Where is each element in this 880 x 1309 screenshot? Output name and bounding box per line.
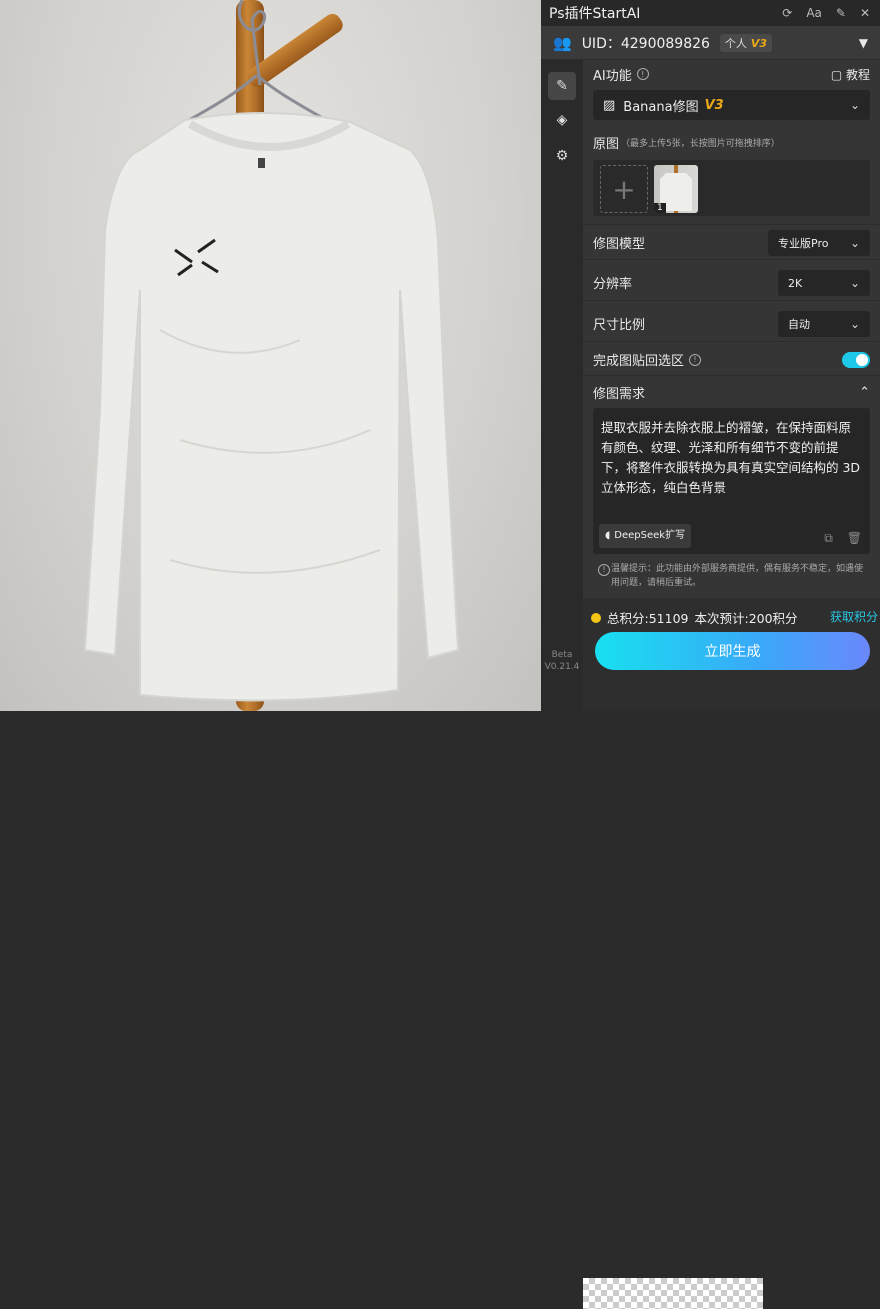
history-icon[interactable]: ⧉	[824, 528, 833, 548]
beta-label: Beta	[551, 650, 573, 660]
resolution-row: 分辨率 2K ⌄	[583, 265, 880, 301]
deepseek-expand-button[interactable]: ◖ DeepSeek扩写	[599, 524, 692, 548]
source-hint: （最多上传5张，长按图片可拖拽排序）	[621, 138, 780, 149]
image-icon: ▨	[603, 97, 616, 113]
get-points-link[interactable]: 获取积分	[830, 608, 878, 625]
service-notice: ! 温馨提示：此功能由外部服务商提供，偶有服务不稳定，如遇使用问题，请稍后重试。	[593, 562, 870, 590]
gear-icon[interactable]: ⚙	[548, 142, 576, 170]
user-bar[interactable]: 👥 UID：4290089826 个人 V3 ▼	[541, 26, 880, 60]
chevron-down-icon: ⌄	[849, 98, 860, 112]
chevron-down-icon: ⌄	[849, 276, 860, 290]
ai-function-select[interactable]: ▨ Banana修图 V3 ⌄	[593, 90, 870, 120]
edit-icon[interactable]: ✎	[548, 72, 576, 100]
model-label: 修图模型	[593, 236, 646, 252]
side-navigation: ✎ ◈ ⚙ Beta V0.21.4	[541, 60, 583, 711]
model-select[interactable]: 专业版Pro ⌄	[768, 230, 870, 256]
plan-badge: 个人 V3	[719, 33, 773, 52]
source-images-header: 原图 （最多上传5张，长按图片可拖拽排序）	[583, 128, 880, 156]
ai-function-header: AI功能 ! ▢ 教程	[583, 60, 880, 88]
startai-plugin-panel: Ps插件StartAI ⟳ Aa ✎ ✕ 👥 UID：4290089826 个人…	[541, 0, 880, 1309]
source-images-area: + 1	[593, 160, 870, 216]
trash-icon[interactable]: 🗑	[847, 528, 862, 548]
add-image-button[interactable]: +	[600, 165, 648, 213]
pin-icon[interactable]: ✎	[836, 6, 846, 20]
plugin-titlebar: Ps插件StartAI ⟳ Aa ✎ ✕	[541, 0, 880, 26]
resolution-select[interactable]: 2K ⌄	[778, 270, 870, 296]
request-label: 修图需求	[593, 386, 646, 402]
uid-text: UID：4290089826	[581, 35, 710, 52]
whale-icon: ◖	[605, 530, 611, 541]
source-label: 原图	[593, 136, 620, 152]
estimated-cost: 本次预计:200积分	[694, 611, 798, 626]
tutorial-link[interactable]: ▢ 教程	[831, 66, 870, 83]
white-shirt-image	[83, 111, 460, 702]
paste-back-label: 完成图贴回选区	[593, 354, 685, 369]
request-header[interactable]: 修图需求 ⌃	[583, 378, 880, 406]
chevron-up-icon[interactable]: ⌃	[859, 385, 870, 400]
info-icon[interactable]: !	[636, 68, 649, 80]
total-points: 总积分:51109	[607, 611, 689, 626]
version-label: V0.21.4	[544, 662, 580, 672]
resolution-label: 分辨率	[593, 277, 633, 292]
info-icon: !	[598, 564, 610, 576]
request-textarea[interactable]: 提取衣服并去除衣服上的褶皱，在保持面料原有颜色、纹理、光泽和所有细节不变的前提下…	[593, 408, 870, 554]
chevron-down-icon: ⌄	[849, 236, 860, 250]
points-summary: 总积分:51109 本次预计:200积分	[591, 608, 798, 627]
info-icon[interactable]: !	[689, 353, 702, 366]
refresh-icon[interactable]: ⟳	[782, 6, 792, 20]
hanger-hook-icon	[237, 0, 267, 86]
image-index-badge: 1	[654, 203, 666, 213]
paste-back-toggle[interactable]	[842, 352, 870, 368]
generate-button[interactable]: 立即生成	[595, 632, 870, 670]
ratio-label: 尺寸比例	[593, 318, 646, 333]
layers-icon[interactable]: ◈	[548, 106, 576, 134]
font-size-icon[interactable]: Aa	[806, 6, 822, 20]
ratio-row: 尺寸比例 自动 ⌄	[583, 306, 880, 342]
paste-back-row: 完成图贴回选区 !	[583, 344, 880, 376]
ai-function-label: AI功能	[593, 68, 632, 84]
transparency-checkerboard	[583, 1278, 763, 1309]
coin-icon	[591, 612, 601, 623]
chevron-down-icon: ⌄	[849, 317, 860, 331]
ratio-select[interactable]: 自动 ⌄	[778, 311, 870, 337]
plugin-title: Ps插件StartAI	[549, 6, 641, 22]
users-icon: 👥	[553, 33, 572, 52]
model-row: 修图模型 专业版Pro ⌄	[583, 224, 880, 260]
footer: 总积分:51109 本次预计:200积分 获取积分 立即生成	[583, 598, 880, 1309]
source-image-thumbnail[interactable]: 1	[654, 165, 698, 213]
chevron-down-icon[interactable]: ▼	[859, 36, 868, 50]
close-icon[interactable]: ✕	[860, 6, 870, 20]
document-canvas[interactable]	[0, 0, 541, 711]
request-text[interactable]: 提取衣服并去除衣服上的褶皱，在保持面料原有颜色、纹理、光泽和所有细节不变的前提下…	[601, 418, 862, 498]
